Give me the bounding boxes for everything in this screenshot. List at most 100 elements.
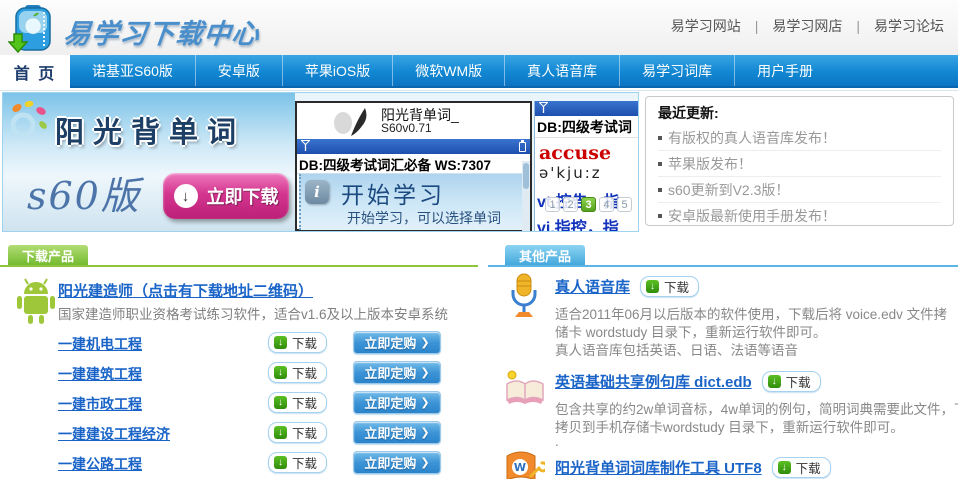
product-description: 国家建造师职业资格考试练习软件，适合v1.6及以上版本安卓系统 bbox=[58, 303, 448, 323]
phone1-menu: i 开始学习 开始学习，可以选择单词 bbox=[299, 174, 530, 230]
download-arrow-icon: ↓ bbox=[778, 461, 791, 474]
other-item-desc: 包含共享的约2w单词音标，4w单词的例句，简明词典需要此文件，下 bbox=[555, 398, 958, 418]
section-tab-others[interactable]: 其他产品 bbox=[505, 245, 585, 265]
product-row: 一建公路工程 ↓下载 立即定购❯ bbox=[0, 451, 478, 477]
promo-banner[interactable]: 阳光背单词 s60版 ↓ 立即下载 bbox=[3, 93, 295, 231]
product-row: 一建市政工程 ↓下载 立即定购❯ bbox=[0, 391, 478, 417]
download-circle-icon: ↓ bbox=[174, 184, 198, 208]
antenna-icon bbox=[539, 100, 548, 118]
battery-icon bbox=[519, 142, 526, 152]
banner-title: 阳光背单词 bbox=[55, 109, 245, 151]
chevron-right-icon: ❯ bbox=[420, 426, 429, 439]
product-link[interactable]: 一建机电工程 bbox=[58, 334, 142, 354]
product-link[interactable]: 一建建筑工程 bbox=[58, 364, 142, 384]
other-item-desc: 真人语音库包括英语、日语、法语等语音 bbox=[555, 339, 798, 359]
nav-item-s60[interactable]: 诺基亚S60版 bbox=[70, 55, 196, 86]
other-item-row: 英语基础共享例句库 dict.edb ↓下载 bbox=[555, 371, 821, 392]
download-button[interactable]: ↓下载 bbox=[268, 362, 327, 383]
update-item[interactable]: 有版权的真人语音库发布！ bbox=[658, 125, 941, 151]
nav-item-voice[interactable]: 真人语音库 bbox=[505, 55, 620, 86]
other-item-desc: 适合2011年06月以后版本的软件使用，下载后将 voice.edv 文件拷 bbox=[555, 303, 947, 323]
product-row: 一建机电工程 ↓下载 立即定购❯ bbox=[0, 331, 478, 357]
pagination-dot-1[interactable]: 1 bbox=[545, 197, 560, 212]
update-item[interactable]: s60更新到V2.3版！ bbox=[658, 177, 941, 203]
order-button[interactable]: 立即定购❯ bbox=[353, 451, 441, 474]
app-logo-icon bbox=[331, 106, 373, 143]
nav-tab-home[interactable]: 首 页 bbox=[0, 55, 70, 88]
nav-item-android[interactable]: 安卓版 bbox=[196, 55, 283, 86]
header-logo[interactable]: 易学习下载中心 bbox=[8, 4, 260, 59]
update-item[interactable]: 苹果版发布！ bbox=[658, 151, 941, 177]
download-button[interactable]: ↓下载 bbox=[268, 392, 327, 413]
main-nav: 首 页 诺基亚S60版 安卓版 苹果iOS版 微软WM版 真人语音库 易学习词库… bbox=[0, 55, 958, 88]
download-button[interactable]: ↓下载 bbox=[762, 371, 821, 392]
android-icon bbox=[14, 276, 58, 331]
other-item-row: 阳光背单词词库制作工具 UTF8 ↓下载 bbox=[555, 457, 831, 478]
link-separator: | bbox=[856, 18, 860, 34]
backpack-download-icon bbox=[8, 4, 56, 59]
order-button[interactable]: 立即定购❯ bbox=[353, 421, 441, 444]
others-section-rule bbox=[488, 265, 958, 267]
update-item[interactable]: 安卓版最新使用手册发布！ bbox=[658, 203, 941, 229]
pagination-dot-3-active[interactable]: 3 bbox=[581, 197, 596, 212]
bullet-icon bbox=[658, 162, 662, 166]
antenna-icon bbox=[301, 138, 310, 156]
nav-divider bbox=[0, 90, 958, 91]
order-button[interactable]: 立即定购❯ bbox=[353, 391, 441, 414]
download-button[interactable]: ↓下载 bbox=[772, 457, 831, 478]
product-row: 一建建设工程经济 ↓下载 立即定购❯ bbox=[0, 421, 478, 447]
order-button[interactable]: 立即定购❯ bbox=[353, 361, 441, 384]
recent-updates-panel: 最近更新: 有版权的真人语音库发布！ 苹果版发布！ s60更新到V2.3版！ 安… bbox=[645, 96, 954, 226]
phone1-db-line: DB:四级考试词汇必备 WS:7307 bbox=[297, 154, 530, 174]
link-website[interactable]: 易学习网站 bbox=[671, 16, 741, 36]
other-item-title-link[interactable]: 英语基础共享例句库 dict.edb bbox=[555, 371, 752, 392]
product-title-link[interactable]: 阳光建造师（点击有下载地址二维码） bbox=[58, 280, 313, 301]
download-button[interactable]: ↓下载 bbox=[268, 422, 327, 443]
product-link[interactable]: 一建建设工程经济 bbox=[58, 424, 170, 444]
order-button[interactable]: 立即定购❯ bbox=[353, 331, 441, 354]
other-item-title-link[interactable]: 真人语音库 bbox=[555, 276, 630, 297]
svg-text:W: W bbox=[514, 461, 526, 474]
nav-item-manual[interactable]: 用户手册 bbox=[735, 55, 835, 86]
page: 易学习下载中心 易学习网站 | 易学习网店 | 易学习论坛 首 页 诺基亚S60… bbox=[0, 0, 958, 479]
bullet-icon bbox=[658, 136, 662, 140]
pagination-dot-2[interactable]: 2 bbox=[563, 197, 578, 212]
banner-edition: s60版 bbox=[27, 165, 141, 220]
downloads-section-rule bbox=[0, 265, 478, 267]
chevron-right-icon: ❯ bbox=[420, 456, 429, 469]
download-arrow-icon: ↓ bbox=[646, 280, 659, 293]
header-links: 易学习网站 | 易学习网店 | 易学习论坛 bbox=[671, 16, 944, 36]
phone2-db-line: DB:四级考试词 bbox=[535, 116, 639, 138]
chevron-right-icon: ❯ bbox=[420, 366, 429, 379]
download-button[interactable]: ↓下载 bbox=[268, 332, 327, 353]
bullet-icon bbox=[658, 214, 662, 218]
other-item-title-link[interactable]: 阳光背单词词库制作工具 UTF8 bbox=[555, 457, 762, 478]
product-link[interactable]: 一建市政工程 bbox=[58, 394, 142, 414]
phone1-menu-subtitle: 开始学习，可以选择单词 bbox=[347, 208, 501, 228]
nav-item-ios[interactable]: 苹果iOS版 bbox=[283, 55, 393, 86]
phone1-app-version: S60v0.71 bbox=[381, 121, 432, 135]
pagination-dot-4[interactable]: 4 bbox=[599, 197, 614, 212]
other-item-desc: 拷贝到手机存储卡wordstudy 目录下，重新运行软件即可。 bbox=[555, 416, 904, 436]
download-button[interactable]: ↓下载 bbox=[268, 452, 327, 473]
phone1-scrollbar[interactable] bbox=[522, 161, 530, 231]
product-link[interactable]: 一建公路工程 bbox=[58, 454, 142, 474]
nav-item-dict[interactable]: 易学习词库 bbox=[620, 55, 735, 86]
section-tab-downloads[interactable]: 下载产品 bbox=[8, 245, 88, 265]
phone-screenshot-1: 阳光背单词_ S60v0.71 DB:四级考试词汇必备 WS:7307 i 开始… bbox=[295, 101, 532, 231]
pagination-dot-5[interactable]: 5 bbox=[617, 197, 632, 212]
download-arrow-icon: ↓ bbox=[274, 456, 287, 469]
nav-item-wm[interactable]: 微软WM版 bbox=[393, 55, 505, 86]
download-button[interactable]: ↓下载 bbox=[640, 276, 699, 297]
phone2-word: accuse bbox=[539, 142, 639, 164]
link-shop[interactable]: 易学习网店 bbox=[772, 16, 842, 36]
header: 易学习下载中心 易学习网站 | 易学习网店 | 易学习论坛 bbox=[0, 0, 958, 55]
banner-download-button[interactable]: ↓ 立即下载 bbox=[163, 173, 289, 219]
dict-tool-icon: W bbox=[503, 450, 545, 479]
phone2-meaning-vi: vi.指控，指 bbox=[537, 214, 639, 232]
link-forum[interactable]: 易学习论坛 bbox=[874, 16, 944, 36]
site-title: 易学习下载中心 bbox=[62, 12, 262, 51]
product-row: 一建建筑工程 ↓下载 立即定购❯ bbox=[0, 361, 478, 387]
bullet-icon bbox=[658, 188, 662, 192]
recent-updates-title: 最近更新: bbox=[658, 103, 941, 123]
